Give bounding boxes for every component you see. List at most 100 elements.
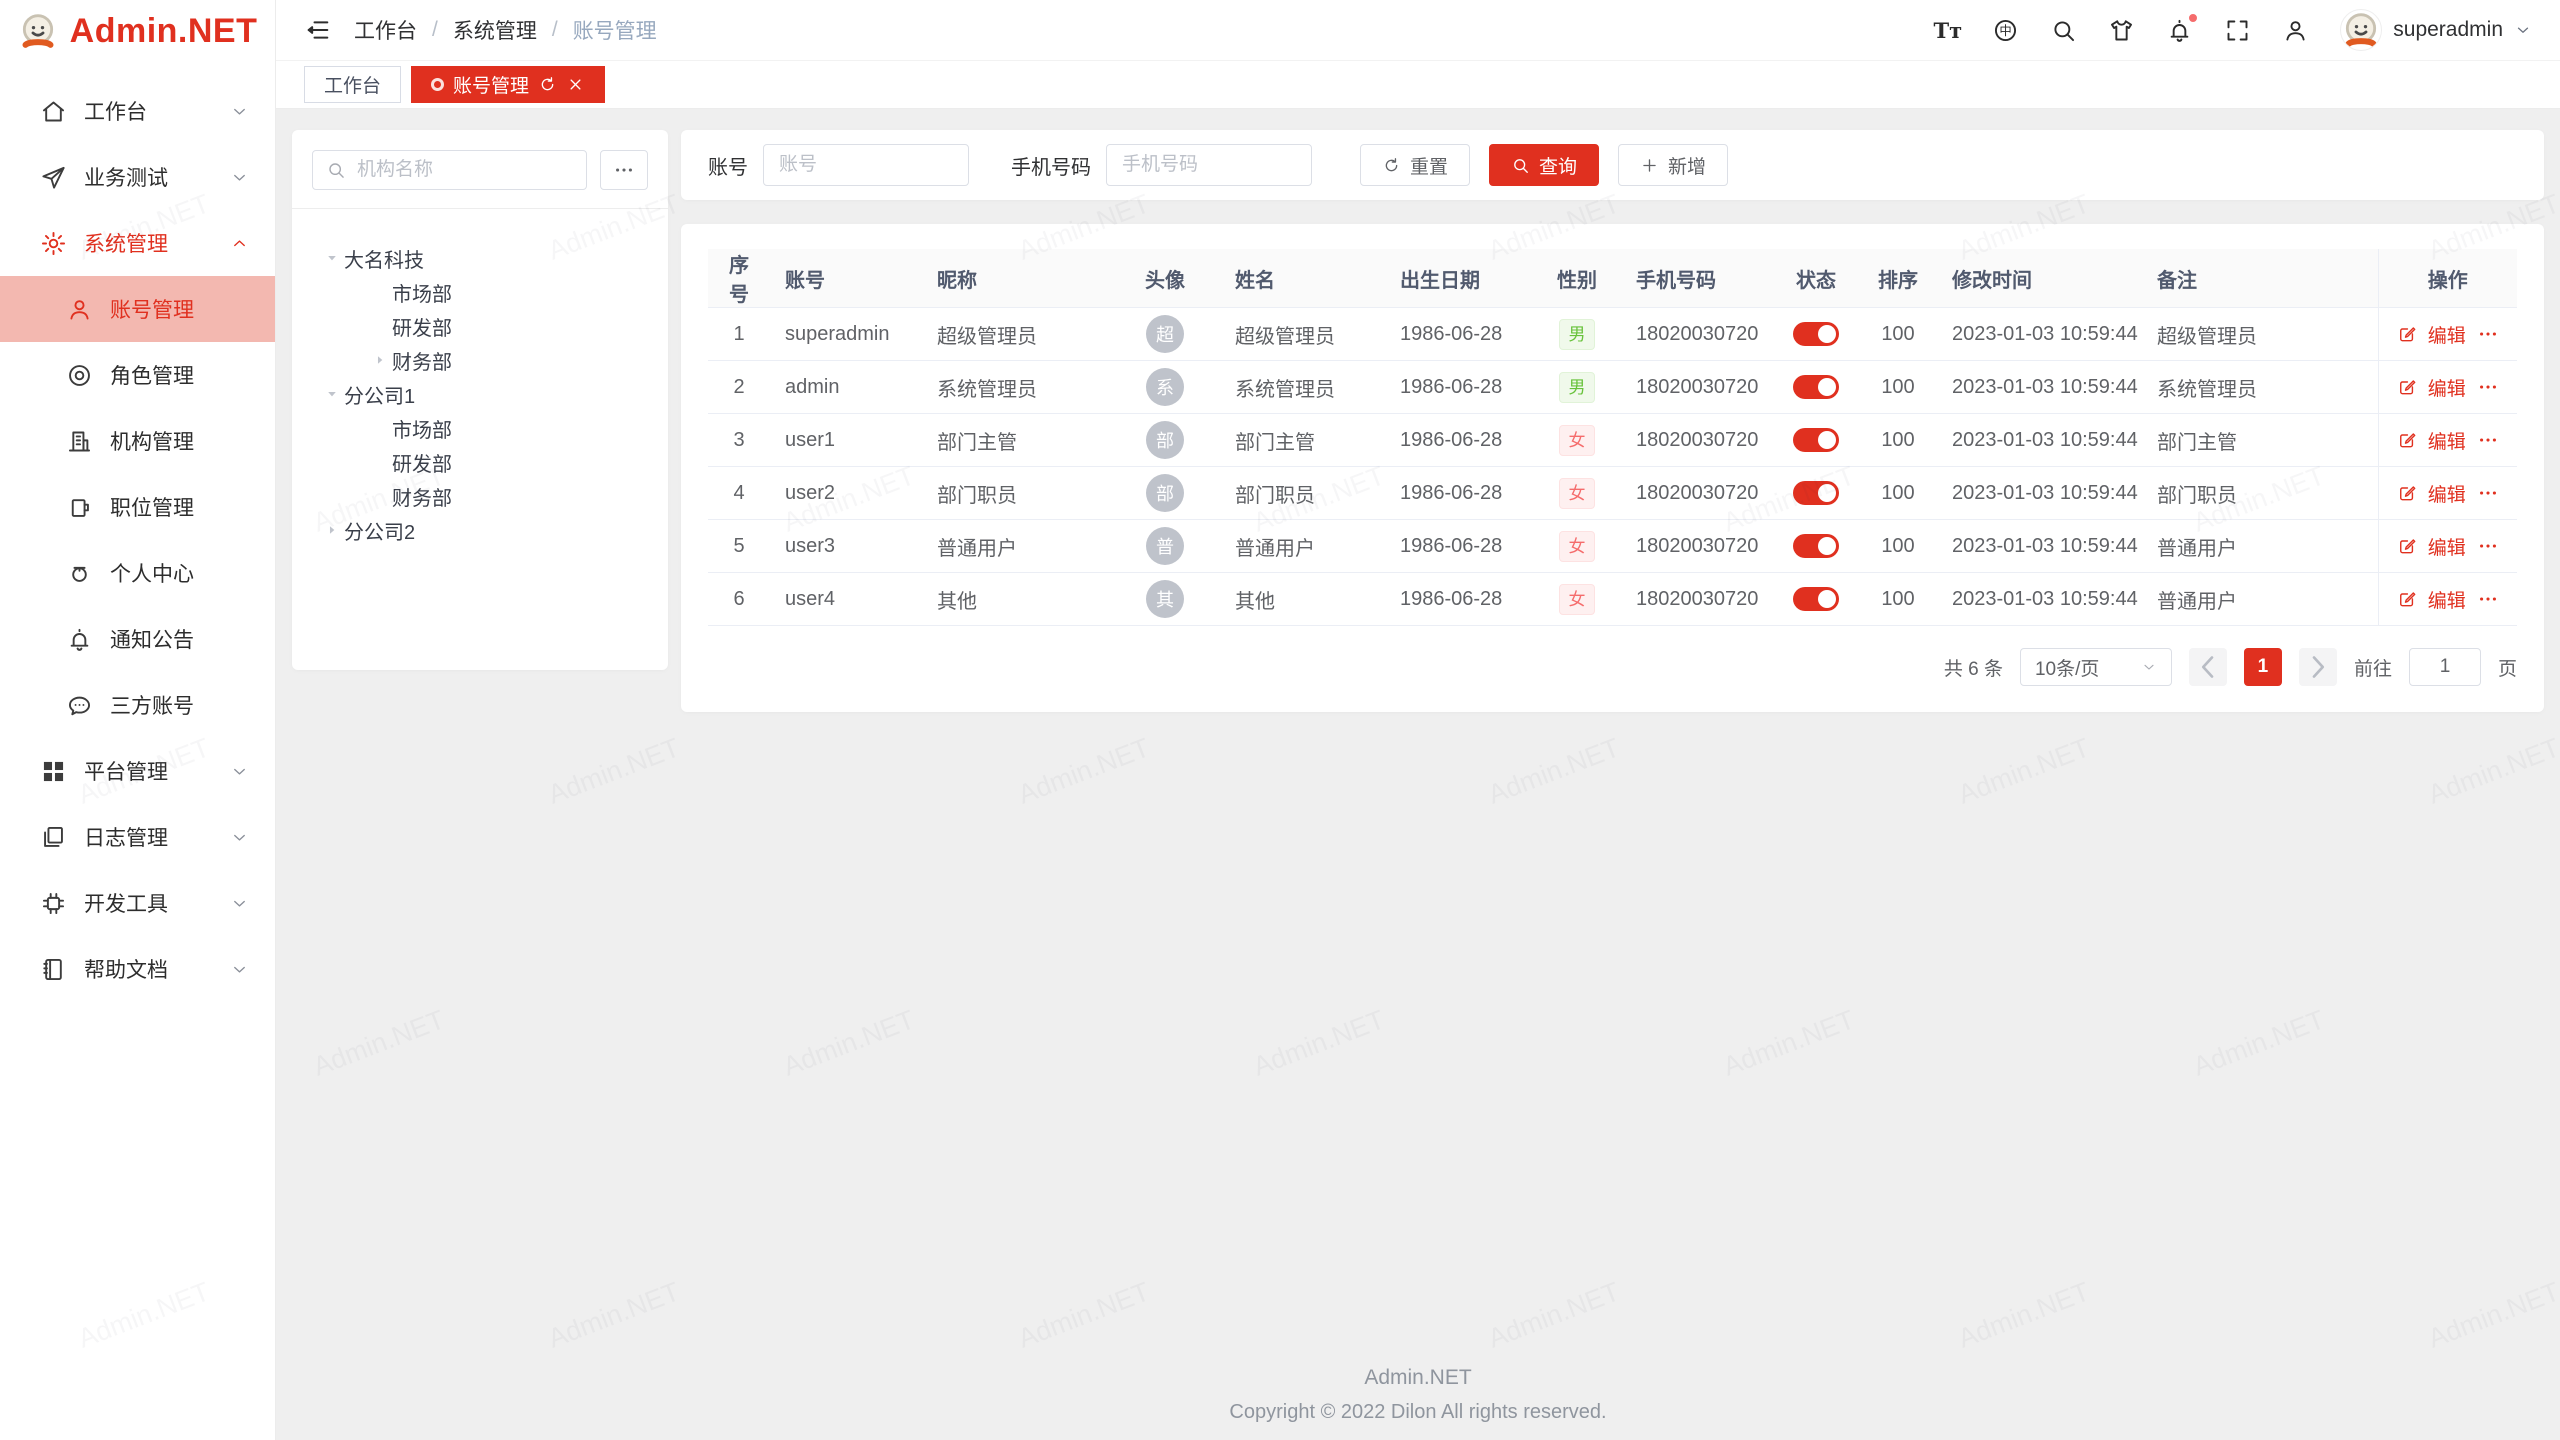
cell-remark: 部门主管 — [2142, 414, 2378, 467]
dots-icon — [613, 159, 635, 181]
cell-order: 100 — [1859, 361, 1937, 414]
search-icon[interactable] — [2050, 17, 2077, 44]
sidebar-item-角色管理[interactable]: 角色管理 — [0, 342, 275, 408]
phone-label: 手机号码 — [1011, 151, 1091, 180]
caret-spacer — [368, 420, 392, 436]
cell-phone: 18020030720 — [1621, 414, 1773, 467]
sidebar-item-工作台[interactable]: 工作台 — [0, 78, 275, 144]
tree-node-财务部[interactable]: 财务部 — [312, 343, 648, 377]
topbar: 工作台/系统管理/账号管理 Tт 中 superadmin — [276, 0, 2560, 61]
footer: Admin.NET Copyright © 2022 Dilon All rig… — [276, 1366, 2560, 1424]
edit-button[interactable]: 编辑 — [2428, 321, 2466, 348]
close-icon[interactable] — [566, 75, 585, 94]
breadcrumb-item[interactable]: 工作台 — [354, 15, 417, 45]
tree-node-研发部[interactable]: 研发部 — [312, 309, 648, 343]
tab-账号管理[interactable]: 账号管理 — [411, 66, 605, 103]
tree-node-财务部[interactable]: 财务部 — [312, 479, 648, 513]
edit-button[interactable]: 编辑 — [2428, 586, 2466, 613]
sidebar-item-label: 账号管理 — [110, 294, 194, 324]
refresh-icon[interactable] — [538, 75, 557, 94]
status-toggle[interactable] — [1793, 587, 1839, 611]
sidebar-item-账号管理[interactable]: 账号管理 — [0, 276, 275, 342]
search-button[interactable]: 查询 — [1489, 144, 1599, 186]
edit-icon[interactable] — [2397, 483, 2417, 503]
more-actions-button[interactable] — [2477, 429, 2499, 451]
status-toggle[interactable] — [1793, 322, 1839, 346]
sidebar-item-职位管理[interactable]: 职位管理 — [0, 474, 275, 540]
status-toggle[interactable] — [1793, 375, 1839, 399]
more-actions-button[interactable] — [2477, 323, 2499, 345]
sidebar-item-通知公告[interactable]: 通知公告 — [0, 606, 275, 672]
more-actions-button[interactable] — [2477, 535, 2499, 557]
add-button[interactable]: 新增 — [1618, 144, 1728, 186]
tree-node-大名科技[interactable]: 大名科技 — [312, 241, 648, 275]
sidebar-item-帮助文档[interactable]: 帮助文档 — [0, 936, 275, 1002]
tree-node-分公司2[interactable]: 分公司2 — [312, 513, 648, 547]
sidebar-item-label: 日志管理 — [84, 822, 168, 852]
sidebar-item-业务测试[interactable]: 业务测试 — [0, 144, 275, 210]
chevDown-icon — [230, 960, 249, 979]
page-size-select[interactable]: 10条/页 — [2020, 648, 2172, 686]
status-toggle[interactable] — [1793, 534, 1839, 558]
font-size-icon[interactable]: Tт — [1934, 17, 1961, 44]
cell-index: 6 — [708, 573, 770, 626]
edit-icon[interactable] — [2397, 430, 2417, 450]
edit-button[interactable]: 编辑 — [2428, 533, 2466, 560]
edit-button[interactable]: 编辑 — [2428, 374, 2466, 401]
cell-gender: 男 — [1533, 361, 1621, 414]
tree-node-研发部[interactable]: 研发部 — [312, 445, 648, 479]
edit-icon[interactable] — [2397, 536, 2417, 556]
sidebar-item-系统管理[interactable]: 系统管理 — [0, 210, 275, 276]
account-input[interactable] — [763, 144, 969, 186]
more-actions-button[interactable] — [2477, 376, 2499, 398]
page-1-button[interactable]: 1 — [2244, 648, 2282, 686]
edit-icon[interactable] — [2397, 324, 2417, 344]
cell-name: 部门主管 — [1220, 414, 1385, 467]
user-menu[interactable]: superadmin — [2340, 9, 2532, 51]
logs-icon — [40, 824, 67, 851]
sidebar-item-个人中心[interactable]: 个人中心 — [0, 540, 275, 606]
menu-fold-icon[interactable] — [304, 16, 332, 44]
prev-page-button[interactable] — [2189, 648, 2227, 686]
status-toggle[interactable] — [1793, 481, 1839, 505]
tree-node-市场部[interactable]: 市场部 — [312, 411, 648, 445]
edit-button[interactable]: 编辑 — [2428, 427, 2466, 454]
tab-工作台[interactable]: 工作台 — [304, 66, 401, 103]
edit-button[interactable]: 编辑 — [2428, 480, 2466, 507]
edit-icon — [2397, 589, 2417, 609]
sidebar-item-机构管理[interactable]: 机构管理 — [0, 408, 275, 474]
column-header-头像: 头像 — [1110, 249, 1220, 308]
next-page-button[interactable] — [2299, 648, 2337, 686]
gender-badge: 女 — [1559, 425, 1595, 456]
sidebar-item-平台管理[interactable]: 平台管理 — [0, 738, 275, 804]
cell-account: user1 — [770, 414, 922, 467]
sidebar-item-开发工具[interactable]: 开发工具 — [0, 870, 275, 936]
phone-input[interactable] — [1106, 144, 1312, 186]
logo-title: Admin.NET — [70, 12, 258, 51]
theme-icon[interactable] — [2108, 17, 2135, 44]
more-actions-button[interactable] — [2477, 588, 2499, 610]
avatar: 系 — [1146, 368, 1184, 406]
status-toggle[interactable] — [1793, 428, 1839, 452]
language-icon[interactable]: 中 — [1992, 17, 2019, 44]
search-icon — [2050, 17, 2077, 44]
chip-icon — [40, 890, 67, 917]
tree-node-分公司1[interactable]: 分公司1 — [312, 377, 648, 411]
sidebar-item-三方账号[interactable]: 三方账号 — [0, 672, 275, 738]
edit-icon[interactable] — [2397, 377, 2417, 397]
edit-icon[interactable] — [2397, 589, 2417, 609]
org-icon — [66, 428, 93, 455]
notification-icon[interactable] — [2166, 17, 2193, 44]
cell-mtime: 2023-01-03 10:59:44 — [1937, 414, 2142, 467]
org-search-input[interactable] — [355, 158, 573, 182]
breadcrumb-item[interactable]: 系统管理 — [453, 15, 537, 45]
tree-more-button[interactable] — [600, 150, 648, 190]
sidebar-item-label: 业务测试 — [84, 162, 168, 192]
tree-node-市场部[interactable]: 市场部 — [312, 275, 648, 309]
goto-page-input[interactable] — [2409, 648, 2481, 686]
profile-icon[interactable] — [2282, 17, 2309, 44]
fullscreen-icon[interactable] — [2224, 17, 2251, 44]
sidebar-item-日志管理[interactable]: 日志管理 — [0, 804, 275, 870]
reset-button[interactable]: 重置 — [1360, 144, 1470, 186]
more-actions-button[interactable] — [2477, 482, 2499, 504]
